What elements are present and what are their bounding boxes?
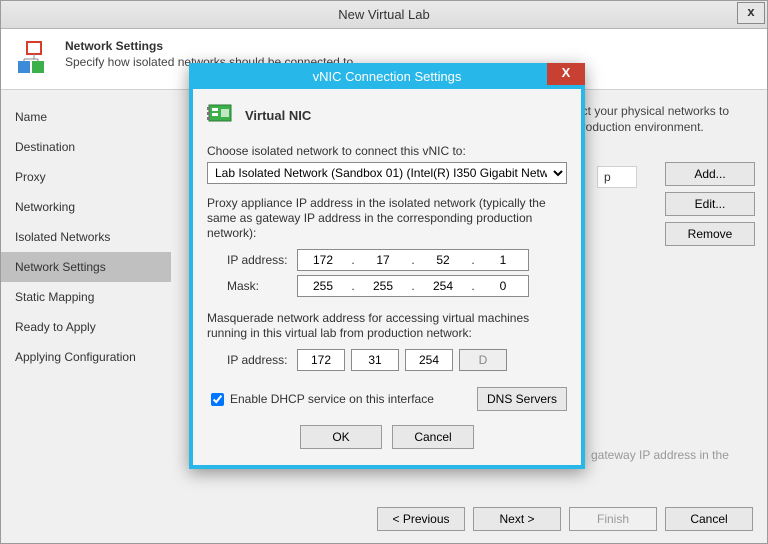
finish-button: Finish bbox=[569, 507, 657, 531]
mask-octet-3[interactable] bbox=[418, 276, 468, 296]
dot-icon: . bbox=[468, 279, 478, 293]
choose-network-label: Choose isolated network to connect this … bbox=[207, 144, 567, 158]
dot-icon: . bbox=[408, 253, 418, 267]
masquerade-ip-input bbox=[297, 349, 507, 371]
masq-ip-label: IP address: bbox=[227, 353, 297, 367]
content-desc-line1: ect your physical networks to bbox=[575, 104, 729, 118]
proxy-ip-octet-4[interactable] bbox=[478, 250, 528, 270]
dns-servers-button[interactable]: DNS Servers bbox=[477, 387, 567, 411]
list-action-buttons: Add... Edit... Remove bbox=[665, 162, 755, 246]
dot-icon: . bbox=[468, 253, 478, 267]
mask-octet-4[interactable] bbox=[478, 276, 528, 296]
proxy-ip-row: IP address: . . . bbox=[227, 249, 567, 271]
modal-body: Virtual NIC Choose isolated network to c… bbox=[193, 89, 581, 465]
remove-button[interactable]: Remove bbox=[665, 222, 755, 246]
proxy-ip-octet-3[interactable] bbox=[418, 250, 468, 270]
previous-button[interactable]: < Previous bbox=[377, 507, 465, 531]
vnic-header: Virtual NIC bbox=[207, 101, 567, 130]
nav-item-destination[interactable]: Destination bbox=[1, 132, 171, 162]
mask-octet-1[interactable] bbox=[298, 276, 348, 296]
wizard-buttons: < Previous Next > Finish Cancel bbox=[377, 507, 753, 531]
add-button[interactable]: Add... bbox=[665, 162, 755, 186]
masquerade-ip-row: IP address: bbox=[227, 349, 567, 371]
titlebar: New Virtual Lab x bbox=[1, 1, 767, 29]
proxy-ip-hint: Proxy appliance IP address in the isolat… bbox=[207, 196, 567, 241]
dns-container: DNS Servers bbox=[477, 387, 567, 411]
isolated-network-select[interactable]: Lab Isolated Network (Sandbox 01) (Intel… bbox=[207, 162, 567, 184]
modal-close-button[interactable]: X bbox=[547, 63, 585, 85]
dhcp-row: Enable DHCP service on this interface DN… bbox=[207, 387, 567, 411]
vnic-title: Virtual NIC bbox=[245, 108, 311, 123]
mask-row: Mask: . . . bbox=[227, 275, 567, 297]
nav-item-proxy[interactable]: Proxy bbox=[1, 162, 171, 192]
proxy-ip-input[interactable]: . . . bbox=[297, 249, 529, 271]
cancel-button[interactable]: Cancel bbox=[665, 507, 753, 531]
modal-title: vNIC Connection Settings bbox=[313, 69, 462, 84]
masq-ip-octet-4 bbox=[459, 349, 507, 371]
nav-item-isolated-networks[interactable]: Isolated Networks bbox=[1, 222, 171, 252]
masq-ip-octet-2[interactable] bbox=[351, 349, 399, 371]
header-title: Network Settings bbox=[65, 39, 353, 53]
nav-item-applying-configuration[interactable]: Applying Configuration bbox=[1, 342, 171, 372]
wizard-nav: Name Destination Proxy Networking Isolat… bbox=[1, 90, 171, 543]
enable-dhcp-label: Enable DHCP service on this interface bbox=[230, 392, 434, 406]
nav-item-name[interactable]: Name bbox=[1, 102, 171, 132]
modal-titlebar: vNIC Connection Settings X bbox=[189, 63, 585, 89]
dot-icon: . bbox=[348, 253, 358, 267]
vnic-settings-dialog: vNIC Connection Settings X Virtual NIC bbox=[189, 63, 585, 469]
nav-item-static-mapping[interactable]: Static Mapping bbox=[1, 282, 171, 312]
proxy-ip-octet-1[interactable] bbox=[298, 250, 348, 270]
content-description-fragment: ect your physical networks to production… bbox=[575, 104, 755, 135]
nav-item-network-settings[interactable]: Network Settings bbox=[1, 252, 171, 282]
window-close-button[interactable]: x bbox=[737, 2, 765, 24]
modal-cancel-button[interactable]: Cancel bbox=[392, 425, 474, 449]
next-button[interactable]: Next > bbox=[473, 507, 561, 531]
dot-icon: . bbox=[348, 279, 358, 293]
new-virtual-lab-window: New Virtual Lab x Network Settings Speci… bbox=[0, 0, 768, 544]
ip-address-label: IP address: bbox=[227, 253, 297, 267]
nav-item-ready-to-apply[interactable]: Ready to Apply bbox=[1, 312, 171, 342]
mask-input[interactable]: . . . bbox=[297, 275, 529, 297]
modal-buttons: OK Cancel bbox=[207, 425, 567, 449]
nic-card-icon bbox=[207, 101, 237, 130]
network-settings-icon bbox=[15, 39, 53, 77]
mask-octet-2[interactable] bbox=[358, 276, 408, 296]
window-title: New Virtual Lab bbox=[338, 7, 430, 22]
nav-item-networking[interactable]: Networking bbox=[1, 192, 171, 222]
masq-ip-octet-1[interactable] bbox=[297, 349, 345, 371]
modal-ok-button[interactable]: OK bbox=[300, 425, 382, 449]
edit-button[interactable]: Edit... bbox=[665, 192, 755, 216]
enable-dhcp-checkbox[interactable] bbox=[211, 393, 224, 406]
stray-column-header: p bbox=[597, 166, 637, 188]
masq-ip-octet-3[interactable] bbox=[405, 349, 453, 371]
mask-label: Mask: bbox=[227, 279, 297, 293]
content-desc-line2: production environment. bbox=[575, 120, 704, 134]
dot-icon: . bbox=[408, 279, 418, 293]
proxy-ip-octet-2[interactable] bbox=[358, 250, 408, 270]
masquerade-hint: Masquerade network address for accessing… bbox=[207, 311, 567, 341]
bg-note-text: gateway IP address in the bbox=[591, 448, 729, 462]
